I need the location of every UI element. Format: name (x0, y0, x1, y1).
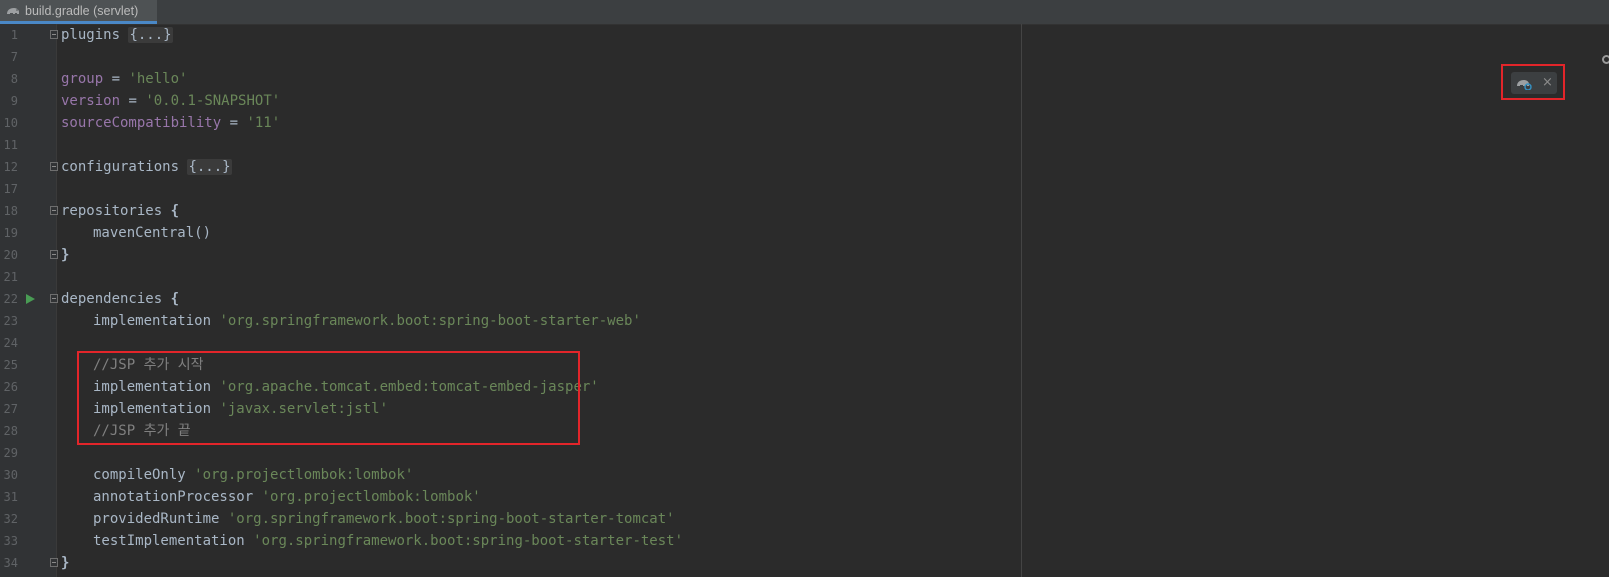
code-text: mavenCentral() (93, 225, 212, 241)
code-text: providedRuntime 'org.springframework.boo… (93, 511, 675, 527)
line-number: 19 (3, 226, 18, 240)
comment: //JSP 추가 끝 (93, 423, 191, 439)
code-text: //JSP 추가 시작 (61, 354, 204, 376)
line-number: 23 (3, 314, 18, 328)
code-line: 11 (0, 134, 1609, 156)
code-line: 1 plugins {...} (0, 24, 1609, 46)
code-line: 23 implementation 'org.springframework.b… (0, 310, 1609, 332)
gradle-reload-toolbar: × (1511, 72, 1557, 94)
code-text: } (61, 247, 70, 263)
folded-block[interactable]: {...} (128, 27, 173, 43)
code-line: 9 version = '0.0.1-SNAPSHOT' (0, 90, 1609, 112)
code-line: 7 (0, 46, 1609, 68)
code-text: implementation 'org.springframework.boot… (93, 313, 641, 329)
fold-toggle-icon[interactable] (50, 250, 58, 259)
code-line: 27 implementation 'javax.servlet:jstl' (0, 398, 1609, 420)
code-text: implementation 'javax.servlet:jstl' (93, 401, 389, 417)
line-number: 17 (3, 182, 18, 196)
code-text: } (61, 555, 70, 571)
line-number: 18 (3, 204, 18, 218)
close-icon[interactable]: × (1542, 76, 1553, 90)
line-number: 28 (3, 424, 18, 438)
line-number: 20 (3, 248, 18, 262)
code-line: 24 (0, 332, 1609, 354)
code-line: 18 repositories { (0, 200, 1609, 222)
line-number: 11 (3, 138, 18, 152)
code-line: 22 dependencies { (0, 288, 1609, 310)
fold-toggle-icon[interactable] (50, 162, 58, 171)
line-number: 24 (3, 336, 18, 350)
fold-toggle-icon[interactable] (50, 558, 58, 567)
code-line: 12 configurations {...} (0, 156, 1609, 178)
gradle-reload-popup: × (1501, 64, 1565, 100)
gradle-reload-icon[interactable] (1516, 76, 1532, 90)
tab-label: build.gradle (servlet) (25, 3, 139, 18)
inspection-icon[interactable] (1602, 55, 1609, 64)
line-number: 22 (3, 292, 18, 306)
line-number: 8 (10, 72, 18, 86)
line-number: 7 (10, 50, 18, 64)
code-line: 31 annotationProcessor 'org.projectlombo… (0, 486, 1609, 508)
code-text: repositories { (61, 203, 180, 219)
line-number: 10 (3, 116, 18, 130)
line-number: 26 (3, 380, 18, 394)
fold-toggle-icon[interactable] (50, 30, 58, 39)
code-text: sourceCompatibility = '11' (61, 115, 281, 131)
code-text: dependencies { (61, 291, 180, 307)
code-line: 32 providedRuntime 'org.springframework.… (0, 508, 1609, 530)
editor-tab-bar: build.gradle (servlet) (0, 0, 1609, 25)
code-text: plugins {...} (61, 27, 173, 43)
code-text: annotationProcessor 'org.projectlombok:l… (93, 489, 481, 505)
line-number: 32 (3, 512, 18, 526)
code-text: group = 'hello' (61, 71, 188, 87)
code-line: 34 } (0, 552, 1609, 574)
code-line: 26 implementation 'org.apache.tomcat.emb… (0, 376, 1609, 398)
code-line: 8 group = 'hello' (0, 68, 1609, 90)
code-text: version = '0.0.1-SNAPSHOT' (61, 93, 281, 109)
comment: //JSP 추가 시작 (93, 357, 204, 373)
line-number: 12 (3, 160, 18, 174)
code-text: testImplementation 'org.springframework.… (93, 533, 684, 549)
line-number: 27 (3, 402, 18, 416)
code-line: 19 mavenCentral() (0, 222, 1609, 244)
code-line: 28 //JSP 추가 끝 (0, 420, 1609, 442)
line-number: 33 (3, 534, 18, 548)
fold-toggle-icon[interactable] (50, 294, 58, 303)
gradle-elephant-icon (7, 7, 19, 14)
line-number: 31 (3, 490, 18, 504)
fold-toggle-icon[interactable] (50, 206, 58, 215)
code-line: 10 sourceCompatibility = '11' (0, 112, 1609, 134)
code-line: 17 (0, 178, 1609, 200)
code-text: compileOnly 'org.projectlombok:lombok' (93, 467, 414, 483)
code-line: 20 } (0, 244, 1609, 266)
line-number: 25 (3, 358, 18, 372)
run-icon[interactable] (26, 294, 35, 304)
code-text: implementation 'org.apache.tomcat.embed:… (93, 379, 599, 395)
code-line: 30 compileOnly 'org.projectlombok:lombok… (0, 464, 1609, 486)
code-text: configurations {...} (61, 159, 232, 175)
code-line: 25 //JSP 추가 시작 (0, 354, 1609, 376)
line-number: 29 (3, 446, 18, 460)
code-line: 21 (0, 266, 1609, 288)
line-number: 21 (3, 270, 18, 284)
tab-build-gradle[interactable]: build.gradle (servlet) (0, 0, 157, 24)
line-number: 34 (3, 556, 18, 570)
code-line: 29 (0, 442, 1609, 464)
line-number: 30 (3, 468, 18, 482)
code-text: //JSP 추가 끝 (61, 420, 191, 442)
line-number: 1 (10, 28, 18, 42)
folded-block[interactable]: {...} (187, 159, 232, 175)
code-line: 33 testImplementation 'org.springframewo… (0, 530, 1609, 552)
code-editor[interactable]: 1 plugins {...} 7 8 group = 'hello' 9 ve… (0, 24, 1609, 577)
line-number: 9 (10, 94, 18, 108)
